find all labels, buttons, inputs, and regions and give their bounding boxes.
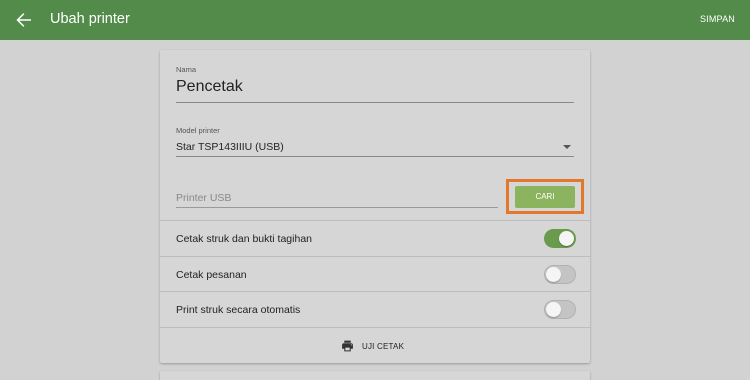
printer-icon [342, 340, 353, 352]
test-print-button[interactable]: UJI CETAK [160, 328, 590, 363]
setting-label: Cetak pesanan [176, 269, 247, 281]
toggle-print-receipts[interactable] [544, 229, 576, 248]
printer-settings-card: Nama Pencetak Model printer Star TSP143I… [160, 50, 590, 363]
page-title: Ubah printer [50, 11, 130, 27]
setting-row-print-receipts[interactable]: Cetak struk dan bukti tagihan [160, 221, 590, 256]
back-button[interactable] [12, 8, 36, 32]
toggle-print-orders[interactable] [544, 265, 576, 284]
app-bar: Ubah printer SIMPAN [0, 0, 750, 40]
test-print-label: UJI CETAK [362, 342, 405, 351]
toggle-knob [546, 302, 561, 317]
model-field-underline [176, 156, 574, 157]
setting-label: Print struk secara otomatis [176, 304, 301, 316]
save-button[interactable]: SIMPAN [700, 14, 735, 24]
secondary-card [160, 371, 590, 380]
usb-printer-input[interactable] [176, 188, 498, 208]
arrow-back-icon [16, 13, 31, 27]
toggle-knob [559, 231, 574, 246]
setting-label: Cetak struk dan bukti tagihan [176, 233, 312, 245]
name-field-underline [176, 102, 574, 103]
toggle-auto-print[interactable] [544, 300, 576, 319]
chevron-down-icon [563, 145, 571, 149]
setting-row-print-orders[interactable]: Cetak pesanan [160, 257, 590, 292]
name-field-label: Nama [176, 65, 197, 74]
name-field[interactable]: Pencetak [176, 78, 243, 96]
toggle-knob [546, 267, 561, 282]
setting-row-auto-print[interactable]: Print struk secara otomatis [160, 292, 590, 327]
printer-model-value: Star TSP143IIIU (USB) [176, 141, 284, 153]
search-button[interactable]: CARI [515, 186, 575, 208]
model-field-label: Model printer [176, 126, 220, 135]
